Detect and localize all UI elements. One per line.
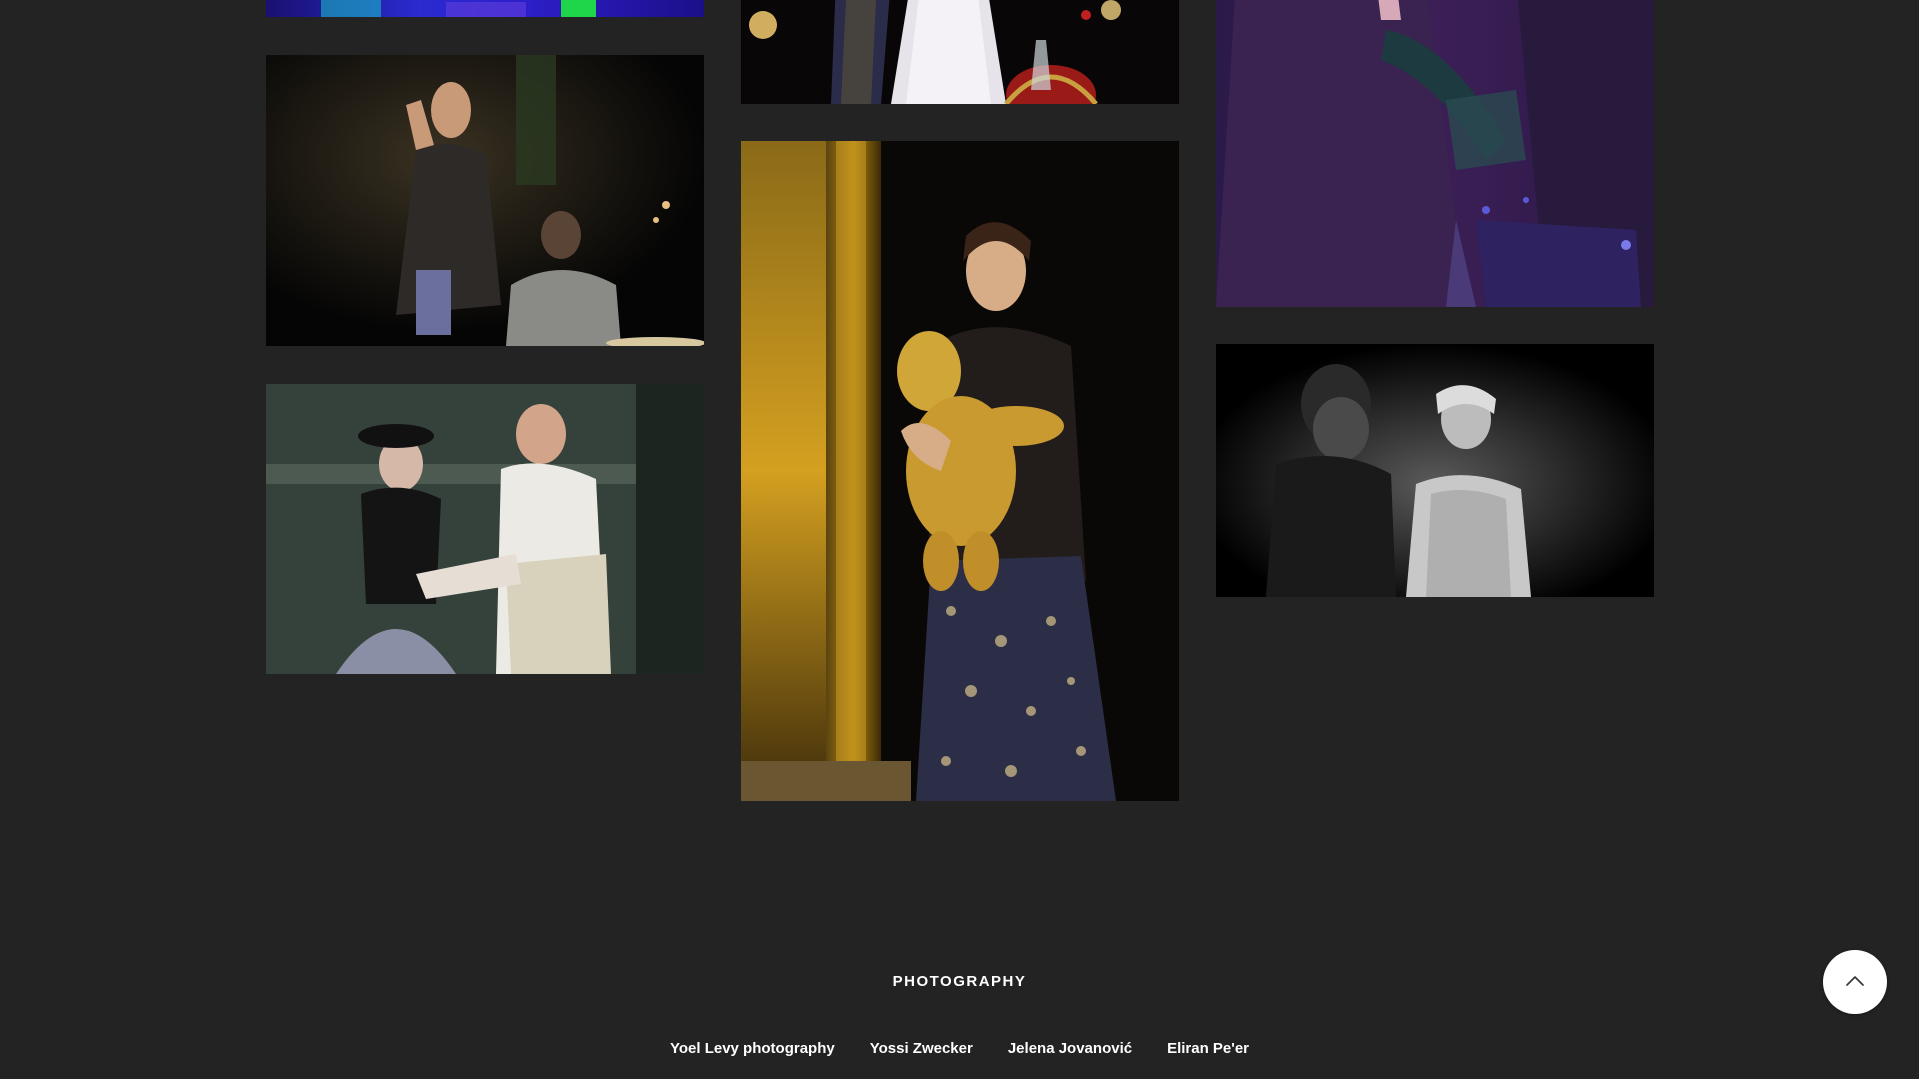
photography-credits: Yoel Levy photography Yossi Zwecker Jele… xyxy=(0,1040,1919,1057)
gallery-photo-purple-stage[interactable] xyxy=(1216,0,1654,307)
chevron-up-icon xyxy=(1845,973,1865,991)
credit-link-yossi-zwecker[interactable]: Yossi Zwecker xyxy=(870,1040,973,1057)
gallery-photo-singer-hand-raised[interactable] xyxy=(266,55,704,346)
photo-image xyxy=(266,55,704,346)
credit-link-eliran-peer[interactable]: Eliran Pe'er xyxy=(1167,1040,1249,1057)
photo-image xyxy=(266,0,704,17)
footer-heading: PHOTOGRAPHY xyxy=(892,973,1027,990)
photo-image xyxy=(741,0,1179,104)
back-to-top-button[interactable] xyxy=(1823,950,1887,1014)
gallery-photo-black-white-duo[interactable] xyxy=(1216,344,1654,597)
gallery-photo-gown-scene[interactable] xyxy=(741,0,1179,104)
photo-image xyxy=(1216,344,1654,597)
photo-image xyxy=(266,384,704,674)
credit-link-jelena-jovanovic[interactable]: Jelena Jovanović xyxy=(1008,1040,1132,1057)
gallery-photo-duet-couple[interactable] xyxy=(266,384,704,674)
gallery-photo-stage-blue[interactable] xyxy=(266,0,704,17)
credit-link-yoel-levy[interactable]: Yoel Levy photography xyxy=(670,1040,835,1057)
photo-image xyxy=(1216,0,1654,307)
gallery-photo-singer-teddy-bear[interactable] xyxy=(741,141,1179,801)
page: PHOTOGRAPHY Yoel Levy photography Yossi … xyxy=(0,0,1919,1079)
photo-image xyxy=(741,141,1179,801)
